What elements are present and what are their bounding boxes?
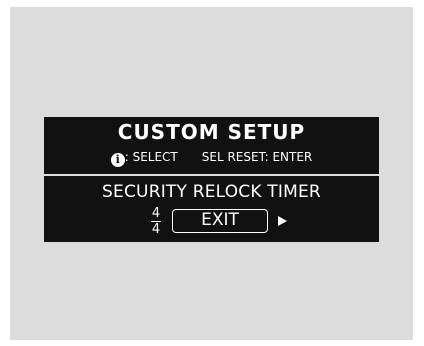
page-current: 4 bbox=[151, 206, 161, 221]
screen-title: CUSTOM SETUP bbox=[117, 120, 306, 144]
exit-button[interactable]: EXIT bbox=[172, 209, 268, 233]
custom-setup-display: CUSTOM SETUP i: SELECT SEL RESET: ENTER S… bbox=[44, 117, 379, 242]
display-header: CUSTOM SETUP i: SELECT SEL RESET: ENTER bbox=[44, 117, 379, 174]
select-hint: : SELECT bbox=[124, 150, 178, 164]
info-icon: i bbox=[110, 153, 125, 167]
setting-option-row: 4 4 EXIT bbox=[44, 207, 379, 237]
control-hints: i: SELECT SEL RESET: ENTER bbox=[44, 149, 379, 167]
reset-hint: SEL RESET: ENTER bbox=[201, 150, 313, 164]
setting-panel: SECURITY RELOCK TIMER 4 4 EXIT bbox=[44, 176, 379, 242]
display-frame: CUSTOM SETUP i: SELECT SEL RESET: ENTER S… bbox=[10, 7, 413, 340]
setting-name: SECURITY RELOCK TIMER bbox=[102, 182, 321, 202]
page-indicator: 4 4 bbox=[148, 207, 164, 237]
right-arrow-icon[interactable] bbox=[278, 216, 287, 226]
page-total: 4 bbox=[151, 222, 161, 237]
